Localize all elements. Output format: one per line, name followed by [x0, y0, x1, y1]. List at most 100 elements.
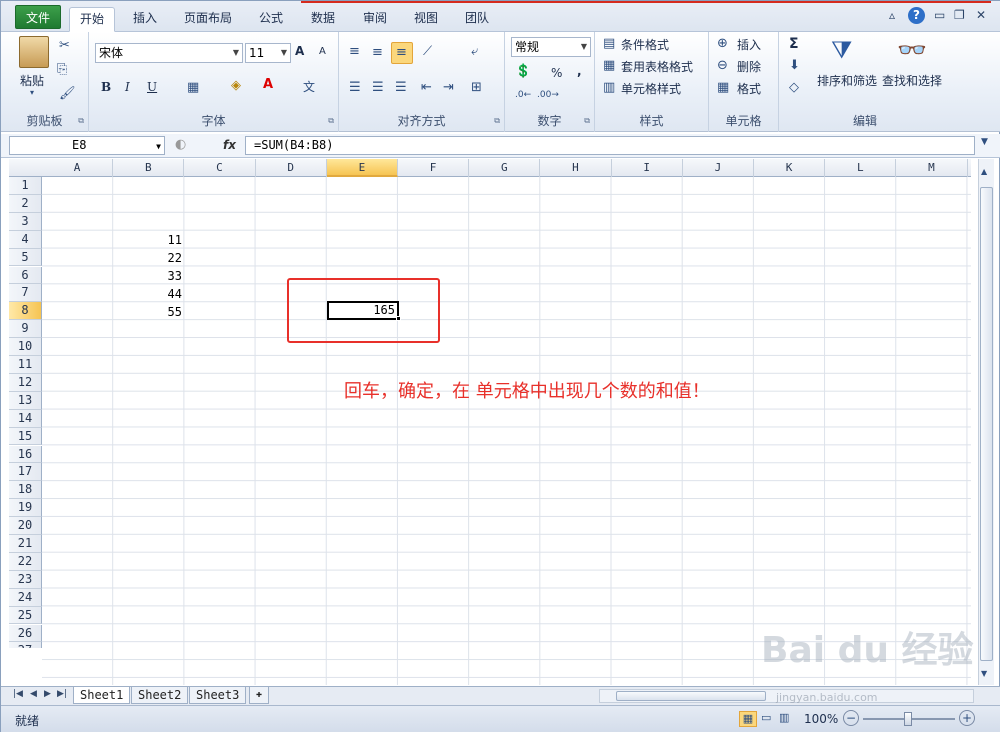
copy-icon[interactable]: ⎘: [57, 62, 67, 77]
font-size-select[interactable]: 11 ▼: [245, 43, 291, 63]
row-header-26[interactable]: 26: [9, 624, 42, 643]
row-header-10[interactable]: 10: [9, 338, 42, 356]
font-color-icon[interactable]: A: [263, 77, 273, 92]
font-name-select[interactable]: 宋体 ▼: [95, 43, 243, 63]
align-middle-icon[interactable]: ≡: [372, 45, 383, 60]
row-header-3[interactable]: 3: [9, 212, 42, 231]
underline-button[interactable]: U: [147, 80, 157, 94]
insert-cells-button[interactable]: 插入: [737, 36, 761, 53]
expand-formula-icon[interactable]: ▼: [981, 137, 988, 147]
sheet-tab-2[interactable]: Sheet2: [131, 687, 189, 704]
row-header-22[interactable]: 22: [9, 552, 42, 571]
row-header-20[interactable]: 20: [9, 517, 42, 535]
first-sheet-icon[interactable]: |◀: [13, 689, 23, 699]
comma-button[interactable]: ,: [577, 64, 582, 78]
column-header-l[interactable]: L: [825, 159, 897, 177]
cell-b8[interactable]: 55: [114, 303, 182, 321]
insert-function-icon[interactable]: fx: [223, 138, 236, 152]
zoom-in-button[interactable]: +: [959, 710, 975, 726]
formula-input[interactable]: =SUM(B4:B8): [245, 136, 975, 155]
column-header-j[interactable]: J: [683, 159, 754, 177]
column-header-h[interactable]: H: [540, 159, 612, 177]
find-select-button[interactable]: 查找和选择: [882, 72, 942, 89]
row-header-6[interactable]: 6: [9, 266, 42, 285]
tab-home[interactable]: 开始: [69, 7, 115, 32]
table-format-button[interactable]: 套用表格格式: [621, 58, 693, 75]
autosum-button[interactable]: Σ: [789, 36, 799, 52]
name-box[interactable]: E8 ▼: [9, 136, 165, 155]
column-header-c[interactable]: C: [184, 159, 256, 177]
tab-page-layout[interactable]: 页面布局: [177, 7, 239, 32]
row-header-14[interactable]: 14: [9, 409, 42, 428]
next-sheet-icon[interactable]: ▶: [44, 689, 51, 699]
tab-formulas[interactable]: 公式: [251, 7, 291, 32]
row-header-9[interactable]: 9: [9, 320, 42, 339]
wrap-text-icon[interactable]: ⤶: [471, 44, 478, 59]
row-header-24[interactable]: 24: [9, 588, 42, 607]
row-header-23[interactable]: 23: [9, 570, 42, 589]
dialog-launcher-icon[interactable]: ⧉: [494, 116, 500, 126]
border-icon[interactable]: ▦: [187, 80, 199, 95]
row-header-11[interactable]: 11: [9, 356, 42, 374]
row-header-18[interactable]: 18: [9, 481, 42, 500]
tab-file[interactable]: 文件: [15, 5, 61, 29]
sheet-tab-3[interactable]: Sheet3: [189, 687, 247, 704]
normal-view-icon[interactable]: ▦: [739, 711, 757, 727]
column-header-b[interactable]: B: [113, 159, 185, 177]
delete-cells-button[interactable]: 删除: [737, 58, 761, 75]
column-header-m[interactable]: M: [896, 159, 968, 177]
tab-insert[interactable]: 插入: [125, 7, 165, 32]
merge-center-icon[interactable]: ⊞: [471, 80, 482, 95]
minimize-icon[interactable]: ▭: [934, 8, 945, 22]
sheet-tab-1[interactable]: Sheet1: [73, 687, 131, 704]
column-header-f[interactable]: F: [398, 159, 470, 177]
cell-b4[interactable]: 11: [114, 231, 182, 249]
conditional-format-button[interactable]: 条件格式: [621, 36, 669, 53]
new-sheet-icon[interactable]: ✚: [249, 687, 270, 704]
column-header-a[interactable]: A: [42, 159, 114, 177]
grow-font-button[interactable]: A: [295, 44, 304, 58]
restore-icon[interactable]: ❐: [954, 8, 965, 22]
italic-button[interactable]: I: [125, 80, 130, 94]
cell-b7[interactable]: 44: [114, 285, 182, 303]
format-painter-icon[interactable]: 🖌: [59, 86, 76, 101]
bold-button[interactable]: B: [101, 80, 111, 94]
row-header-4[interactable]: 4: [9, 230, 42, 249]
dialog-launcher-icon[interactable]: ⧉: [584, 116, 590, 126]
decrease-decimal-icon[interactable]: .00→: [537, 90, 559, 100]
percent-button[interactable]: %: [551, 66, 562, 80]
last-sheet-icon[interactable]: ▶|: [57, 689, 67, 699]
row-header-7[interactable]: 7: [9, 284, 42, 303]
row-header-19[interactable]: 19: [9, 499, 42, 518]
row-header-13[interactable]: 13: [9, 391, 42, 410]
close-icon[interactable]: ✕: [976, 8, 986, 22]
align-center-icon[interactable]: ☰: [372, 80, 384, 95]
row-header-21[interactable]: 21: [9, 535, 42, 553]
column-header-d[interactable]: D: [256, 159, 327, 177]
number-format-select[interactable]: 常规 ▼: [511, 37, 591, 57]
tab-data[interactable]: 数据: [303, 7, 343, 32]
row-header-15[interactable]: 15: [9, 427, 42, 446]
row-header-27[interactable]: 27: [9, 642, 42, 649]
dialog-launcher-icon[interactable]: ⧉: [78, 116, 84, 126]
row-header-5[interactable]: 5: [9, 248, 42, 267]
align-right-icon[interactable]: ☰: [395, 80, 407, 95]
tab-team[interactable]: 团队: [457, 7, 497, 32]
tab-review[interactable]: 审阅: [355, 7, 395, 32]
vertical-scrollbar[interactable]: ▲ ▼: [978, 159, 994, 685]
row-header-25[interactable]: 25: [9, 606, 42, 625]
scroll-down-icon[interactable]: ▼: [981, 669, 987, 678]
clear-icon[interactable]: ◇: [789, 80, 799, 95]
paste-dropdown-icon[interactable]: ▾: [30, 88, 34, 97]
row-header-17[interactable]: 17: [9, 463, 42, 482]
scroll-up-icon[interactable]: ▲: [981, 167, 987, 176]
prev-sheet-icon[interactable]: ◀: [30, 689, 37, 699]
increase-decimal-icon[interactable]: .0←: [515, 90, 531, 100]
vertical-scroll-thumb[interactable]: [980, 187, 993, 661]
zoom-level[interactable]: 100%: [804, 712, 838, 726]
row-header-16[interactable]: 16: [9, 445, 42, 464]
cell-b6[interactable]: 33: [114, 267, 182, 285]
row-header-2[interactable]: 2: [9, 194, 42, 213]
phonetic-icon[interactable]: 文: [303, 78, 315, 95]
help-icon[interactable]: ?: [908, 7, 925, 24]
